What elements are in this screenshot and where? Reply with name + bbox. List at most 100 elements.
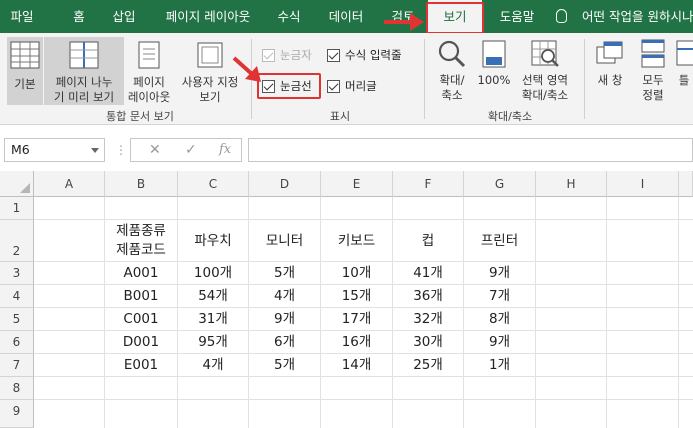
table-cell[interactable]: 25개: [393, 354, 463, 376]
chevron-down-icon[interactable]: [91, 148, 99, 153]
zoom-selection-icon: [531, 40, 559, 67]
zoom-group-label: 확대/축소: [487, 110, 533, 123]
table-cell[interactable]: 10개: [321, 262, 392, 284]
table-cell[interactable]: 4개: [178, 354, 248, 376]
row-header-4[interactable]: 4: [0, 285, 34, 308]
table-cell[interactable]: 9개: [464, 331, 535, 353]
splitter-dots-icon[interactable]: ⋮: [115, 143, 127, 157]
show-group-label: 표시: [329, 110, 351, 123]
row-header-2[interactable]: 2: [0, 220, 34, 262]
select-all-corner[interactable]: [0, 171, 34, 197]
cell-b2[interactable]: 제품종류 제품코드: [105, 222, 177, 260]
table-cell[interactable]: 5개: [249, 354, 320, 376]
row-header-1[interactable]: 1: [0, 197, 34, 220]
magnifier-icon: [438, 40, 466, 68]
tab-home[interactable]: 홈: [64, 0, 94, 33]
table-cell[interactable]: E001: [105, 354, 177, 376]
table-cell[interactable]: 1개: [464, 354, 535, 376]
row-header-7[interactable]: 7: [0, 354, 34, 377]
table-cell[interactable]: 17개: [321, 308, 392, 330]
custom-views-button[interactable]: 사용자 지정 보기: [176, 37, 244, 105]
page-layout-view-button[interactable]: 페이지 레이아웃: [126, 37, 172, 105]
row-header-3[interactable]: 3: [0, 262, 34, 285]
cell-f2[interactable]: 컵: [393, 229, 463, 253]
row-header-5[interactable]: 5: [0, 308, 34, 331]
tab-help[interactable]: 도움말: [492, 0, 542, 33]
table-cell[interactable]: 95개: [178, 331, 248, 353]
header-product-code: 제품코드: [116, 242, 166, 258]
table-cell[interactable]: 5개: [249, 262, 320, 284]
ruler-checkbox[interactable]: 눈금자: [262, 47, 324, 63]
formula-bar-checkbox[interactable]: 수식 입력줄: [327, 47, 413, 63]
cell-g2[interactable]: 프린터: [464, 229, 535, 253]
column-header-h[interactable]: H: [536, 171, 607, 197]
column-header-i[interactable]: I: [607, 171, 679, 197]
column-header-e[interactable]: E: [321, 171, 393, 197]
table-cell[interactable]: 16개: [321, 331, 392, 353]
page-layout-view-icon: [138, 41, 160, 69]
tab-review[interactable]: 검토: [382, 0, 424, 33]
column-header-b[interactable]: B: [105, 171, 178, 197]
enter-check-icon[interactable]: ✓: [185, 139, 197, 161]
table-cell[interactable]: 9개: [464, 262, 535, 284]
table-cell[interactable]: 6개: [249, 331, 320, 353]
new-window-label: 새 창: [597, 73, 623, 87]
table-cell[interactable]: C001: [105, 308, 177, 330]
table-cell[interactable]: B001: [105, 285, 177, 307]
table-cell[interactable]: D001: [105, 331, 177, 353]
row-header-9[interactable]: 9: [0, 400, 34, 428]
table-cell[interactable]: 54개: [178, 285, 248, 307]
table-cell[interactable]: 31개: [178, 308, 248, 330]
formula-input[interactable]: [248, 138, 693, 162]
tab-data[interactable]: 데이터: [320, 0, 372, 33]
cell-e2[interactable]: 키보드: [321, 229, 392, 253]
custom-views-label-2: 보기: [199, 90, 221, 104]
arrange-all-label-1: 모두: [642, 73, 664, 87]
tab-formulas[interactable]: 수식: [268, 0, 310, 33]
zoom-button[interactable]: 확대/ 축소: [430, 37, 474, 105]
zoom-selection-label-1: 선택 영역: [522, 73, 568, 87]
cell-c2[interactable]: 파우치: [178, 229, 248, 253]
table-cell[interactable]: 7개: [464, 285, 535, 307]
column-header-c[interactable]: C: [178, 171, 249, 197]
group-separator: [251, 39, 252, 119]
freeze-panes-button[interactable]: 틀: [675, 37, 693, 105]
normal-view-label: 기본: [14, 77, 36, 91]
page-break-preview-button[interactable]: 페이지 나누 기 미리 보기: [44, 37, 124, 105]
zoom-100-icon: [482, 40, 506, 68]
zoom-to-selection-button[interactable]: 선택 영역 확대/축소: [515, 37, 575, 105]
table-cell[interactable]: 14개: [321, 354, 392, 376]
formula-buttons: ✕ ✓ fx: [130, 138, 242, 162]
cell-d2[interactable]: 모니터: [249, 229, 320, 253]
arrange-all-button[interactable]: 모두 정렬: [636, 37, 670, 105]
insert-function-icon[interactable]: fx: [219, 139, 231, 161]
table-cell[interactable]: 32개: [393, 308, 463, 330]
row-header-6[interactable]: 6: [0, 331, 34, 354]
normal-view-button[interactable]: 기본: [7, 37, 43, 105]
zoom-selection-label-2: 확대/축소: [521, 88, 569, 102]
column-header-d[interactable]: D: [249, 171, 321, 197]
column-header-j[interactable]: [679, 171, 693, 197]
gridlines-highlight: [257, 73, 321, 99]
tab-insert[interactable]: 삽입: [106, 0, 142, 33]
table-cell[interactable]: 30개: [393, 331, 463, 353]
cancel-icon[interactable]: ✕: [149, 139, 161, 161]
zoom-100-button[interactable]: 100%: [477, 37, 511, 105]
tab-file[interactable]: 파일: [4, 0, 40, 33]
table-cell[interactable]: A001: [105, 262, 177, 284]
table-cell[interactable]: 15개: [321, 285, 392, 307]
table-cell[interactable]: 9개: [249, 308, 320, 330]
headings-checkbox[interactable]: 머리글: [327, 78, 387, 94]
column-header-g[interactable]: G: [464, 171, 536, 197]
table-cell[interactable]: 41개: [393, 262, 463, 284]
new-window-button[interactable]: 새 창: [593, 37, 627, 105]
table-cell[interactable]: 4개: [249, 285, 320, 307]
table-cell[interactable]: 100개: [178, 262, 248, 284]
row-header-8[interactable]: 8: [0, 377, 34, 400]
name-box[interactable]: M6: [4, 138, 105, 162]
table-cell[interactable]: 8개: [464, 308, 535, 330]
table-cell[interactable]: 36개: [393, 285, 463, 307]
column-header-f[interactable]: F: [393, 171, 464, 197]
tab-page-layout[interactable]: 페이지 레이아웃: [156, 0, 260, 33]
column-header-a[interactable]: A: [34, 171, 105, 197]
